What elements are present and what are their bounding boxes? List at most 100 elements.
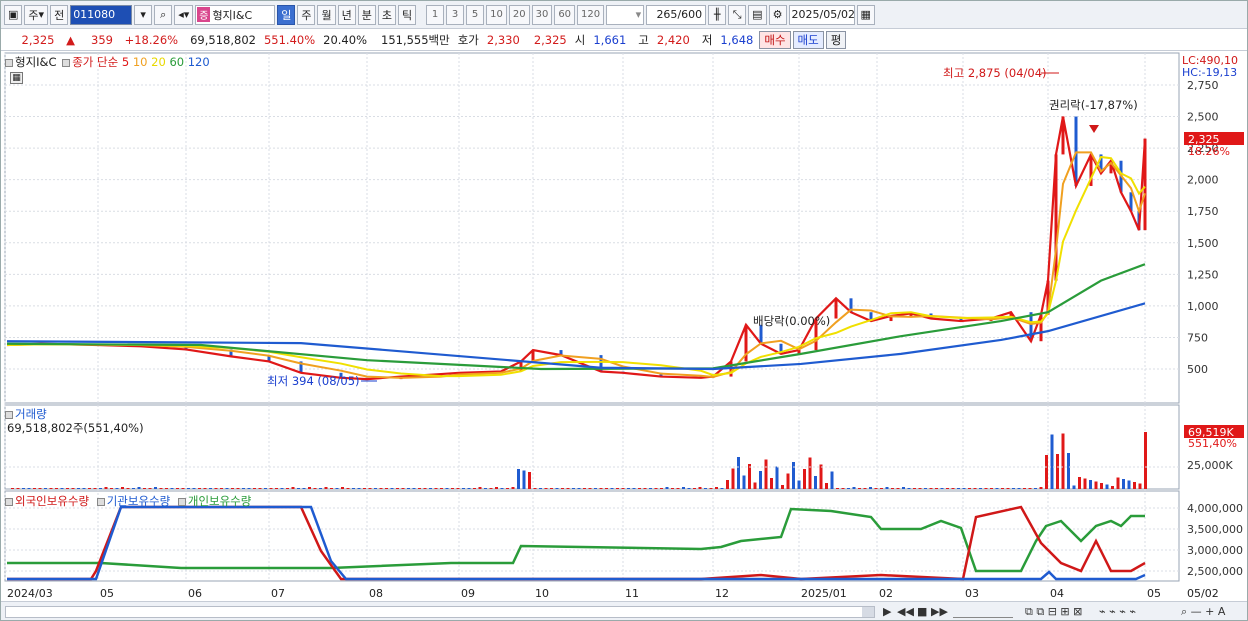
volume-bar <box>275 488 278 489</box>
volume-bar <box>803 469 806 489</box>
tab-month[interactable]: 월 <box>317 4 336 25</box>
price-tick-label: 2,500 <box>1187 111 1219 124</box>
volume-bar <box>11 488 14 489</box>
layout-icon[interactable]: ▣ <box>4 4 23 25</box>
speaker-icon[interactable]: ◂▾ <box>174 4 194 25</box>
volume-bar <box>605 488 608 489</box>
stock-code-input[interactable]: 011080 <box>70 4 133 25</box>
sell-button[interactable]: 매도 <box>792 30 824 49</box>
x-axis-label: 05/02 <box>1187 587 1219 600</box>
first-icon[interactable]: ◀◀ <box>897 605 914 618</box>
stock-name-field[interactable]: 증 형지I&C <box>195 4 276 25</box>
volume-bar <box>742 475 746 489</box>
volume-bar <box>445 488 449 489</box>
x-axis-label: 05 <box>100 587 114 600</box>
x-axis-label: 06 <box>188 587 202 600</box>
volume-bar <box>715 487 718 489</box>
volume-bar <box>858 488 861 489</box>
volume-bar <box>236 488 240 489</box>
volume-bar <box>478 487 482 489</box>
volume-bar <box>687 488 691 489</box>
search-icon[interactable]: ⌕ <box>154 4 173 25</box>
gear-icon[interactable]: ⚙ <box>768 4 787 25</box>
interval-3[interactable]: 3 <box>446 4 465 25</box>
buy-button[interactable]: 매수 <box>759 30 791 49</box>
volume-bar <box>456 488 460 489</box>
volume-bar <box>786 473 790 489</box>
volume-bar <box>374 488 377 489</box>
tab-second[interactable]: 초 <box>377 4 396 25</box>
zoom-slider[interactable] <box>953 610 1013 618</box>
volume-bar <box>154 487 157 489</box>
crosshair-icon[interactable]: ⤡ <box>728 4 747 25</box>
interval-dropdown[interactable]: ▾ <box>606 4 645 25</box>
volume-panel-frame <box>4 404 1180 490</box>
x-axis-label: 11 <box>625 587 639 600</box>
volume-bar <box>737 457 740 489</box>
stop-icon[interactable]: ■ <box>917 605 927 618</box>
volume-bar <box>192 488 196 489</box>
x-axis-label: 04 <box>1050 587 1064 600</box>
volume-bar <box>544 488 548 489</box>
volume-bar <box>995 488 999 489</box>
calendar-icon[interactable]: ▦ <box>856 4 875 25</box>
layout-tools-icon[interactable]: ⧉ ⧉ ⊟ ⊞ ⊠ <box>1025 605 1082 619</box>
volume-bar <box>660 488 663 489</box>
code-dropdown-icon[interactable]: ▾ <box>134 4 153 25</box>
price-tick-label: 1,750 <box>1187 205 1219 218</box>
volume-bar <box>379 488 383 489</box>
scroll-thumb[interactable] <box>862 607 874 617</box>
volume-bar <box>797 480 801 489</box>
volume-bar <box>1001 488 1004 489</box>
volume-bar <box>764 459 768 489</box>
tab-minute[interactable]: 분 <box>357 4 376 25</box>
interval-1[interactable]: 1 <box>426 4 445 25</box>
candle-icon[interactable]: ╫ <box>708 4 727 25</box>
volume-bar <box>511 487 515 489</box>
tab-year[interactable]: 년 <box>337 4 356 25</box>
high-label: 고 <box>638 32 649 47</box>
high-annotation: 최고 2,875 (04/04) <box>943 66 1047 80</box>
volume-bar <box>313 488 317 489</box>
price-tick-label: 1,500 <box>1187 237 1219 250</box>
interval-30[interactable]: 30 <box>531 4 553 25</box>
eval-button[interactable]: 평 <box>825 30 847 49</box>
volume-bar <box>363 488 366 489</box>
zoom-icons[interactable]: ⌕ — + A <box>1181 605 1225 619</box>
tab-tick[interactable]: 틱 <box>397 4 417 25</box>
tab-day[interactable]: 일 <box>277 4 296 25</box>
interval-5[interactable]: 5 <box>466 4 485 25</box>
interval-20[interactable]: 20 <box>508 4 530 25</box>
interval-120[interactable]: 120 <box>577 4 605 25</box>
tab-week[interactable]: 주 <box>297 4 316 25</box>
date-input[interactable]: 2025/05/02 <box>788 4 855 25</box>
interval-60[interactable]: 60 <box>554 4 576 25</box>
legend-institution: 기관보유수량 <box>106 494 171 508</box>
horizontal-scrollbar[interactable] <box>5 606 875 618</box>
draw-tools-icon[interactable]: ⌁ ⌁ ⌁ ⌁ <box>1099 605 1136 618</box>
save-icon[interactable]: ▤ <box>748 4 767 25</box>
volume-bar <box>704 488 707 489</box>
volume-bar <box>522 470 526 489</box>
open-label: 시 <box>574 32 586 47</box>
legend-foreign: 외국인보유수량 <box>15 494 90 508</box>
legend-ma120: 120 <box>187 55 210 69</box>
volume-bar <box>825 483 828 489</box>
chart-canvas[interactable]: 2024/03 05 06 07 08 09 10 11 12 2025/01 02 03 04 05 05… <box>1 51 1248 601</box>
chevron-down-icon: ▾ <box>38 8 45 21</box>
prev-button[interactable]: 전 <box>50 4 69 25</box>
volume-bar <box>390 488 394 489</box>
current-price: 2,325 ▲ <box>1 33 83 47</box>
interval-10[interactable]: 10 <box>486 4 507 25</box>
period-select[interactable]: 주 ▾ <box>24 4 49 25</box>
low-price: 1,648 <box>720 32 754 47</box>
scroll-right-icon[interactable]: ▶ <box>883 605 891 618</box>
last-icon[interactable]: ▶▶ <box>931 605 948 618</box>
ma120-line <box>6 302 1146 371</box>
table-icon[interactable]: ▦ <box>10 72 23 84</box>
price-tick-label: 1,000 <box>1187 300 1219 313</box>
volume-bar <box>726 480 729 489</box>
count-input[interactable]: 265/600 <box>646 4 707 25</box>
holding-tick-label: 4,000,000 <box>1187 502 1243 515</box>
individual-holding-line <box>7 507 1145 573</box>
